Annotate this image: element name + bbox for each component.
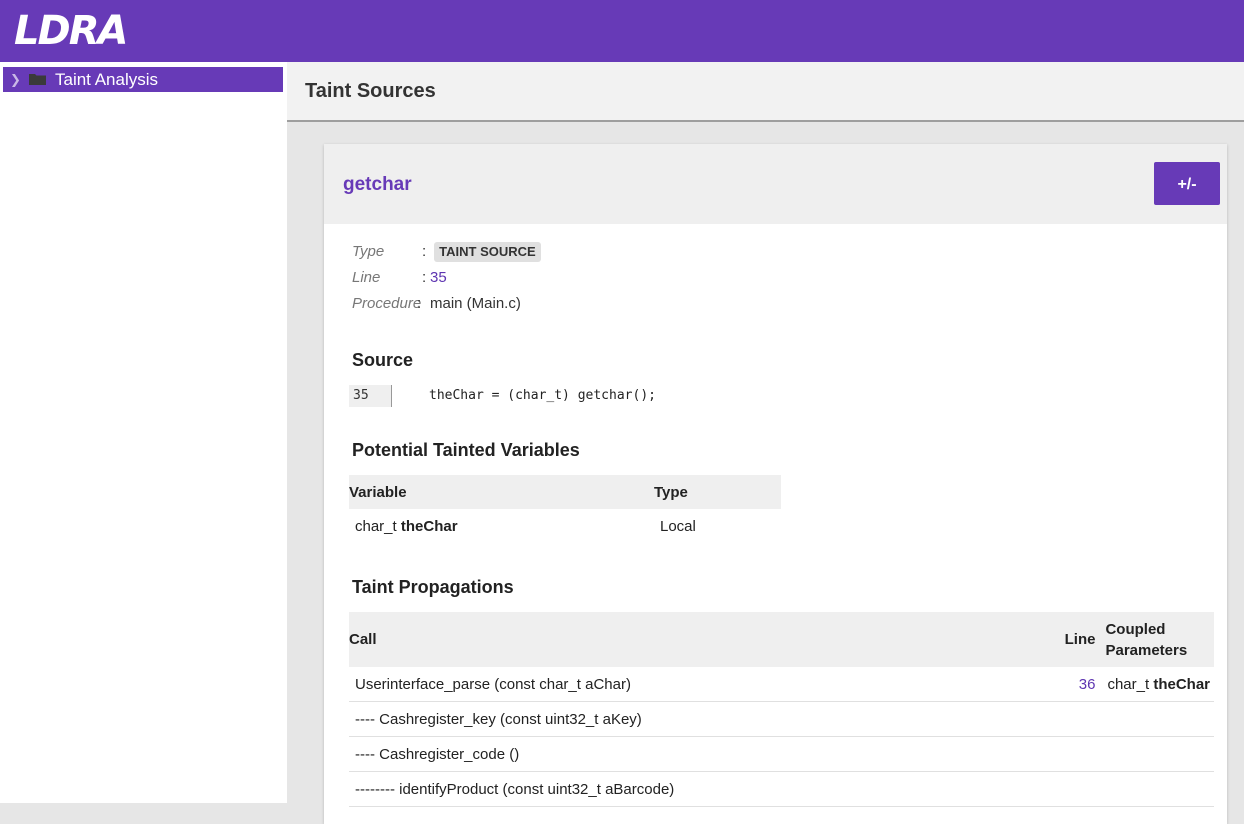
column-header-call: Call — [349, 612, 1054, 667]
main-content: Taint Sources getchar +/- Type : TAINT S… — [287, 62, 1244, 824]
code-text: theChar = (char_t) getchar(); — [429, 388, 656, 403]
prop-key-procedure: Procedure — [352, 295, 422, 312]
taint-propagations-table: Call Line Coupled Parameters Userinterfa… — [349, 612, 1214, 807]
table-row: char_t theChar Local — [349, 509, 781, 543]
prop-key-line: Line — [352, 269, 381, 286]
card-title: getchar — [343, 174, 412, 195]
table-header-row: Call Line Coupled Parameters — [349, 612, 1214, 667]
tainted-variables-table: Variable Type char_t theChar Local — [349, 475, 781, 543]
call-cell: -------- identifyProduct (const uint32_t… — [349, 771, 1054, 807]
sidebar-item-label: Taint Analysis — [55, 70, 158, 89]
coupled-param-cell — [1101, 701, 1214, 737]
call-cell: Userinterface_parse (const char_t aChar) — [349, 667, 1054, 702]
prop-value-type: TAINT SOURCE — [430, 241, 541, 263]
folder-icon — [29, 74, 46, 85]
line-cell — [1053, 736, 1102, 772]
top-bar: LDRA — [0, 0, 1244, 62]
prop-value-procedure: main (Main.c) — [430, 295, 521, 312]
ldra-logo: LDRA — [14, 8, 128, 54]
card-header: getchar +/- — [324, 144, 1227, 224]
param-name: theChar — [1153, 675, 1211, 693]
table-row: ---- Cashregister_key (const uint32_t aK… — [349, 701, 1214, 737]
source-heading: Source — [352, 350, 414, 370]
coupled-param-cell: char_t theChar — [1101, 667, 1214, 702]
taint-propagations-heading: Taint Propagations — [352, 577, 514, 597]
sidebar-item-taint-analysis[interactable]: ❯ Taint Analysis — [3, 67, 283, 92]
taint-source-card: getchar +/- Type : TAINT SOURCE Line : 3… — [324, 144, 1227, 824]
taint-source-badge: TAINT SOURCE — [434, 242, 541, 262]
variable-name: theChar — [400, 517, 458, 535]
variable-type: char_t — [355, 517, 397, 535]
line-cell — [1053, 701, 1102, 737]
variable-cell: char_t theChar — [349, 509, 654, 543]
table-header-row: Variable Type — [349, 475, 781, 509]
table-row: ---- Cashregister_code () — [349, 736, 1214, 772]
code-line-number: 35 — [349, 385, 391, 407]
param-type: char_t — [1107, 675, 1150, 693]
column-header-line: Line — [1053, 612, 1102, 667]
line-cell — [1053, 771, 1102, 807]
prop-separator: : — [422, 243, 427, 260]
column-header-coupled-parameters: Coupled Parameters — [1101, 612, 1214, 667]
call-cell: ---- Cashregister_code () — [349, 736, 1054, 772]
line-link[interactable]: 35 — [430, 267, 447, 289]
page-title: Taint Sources — [305, 80, 436, 102]
prop-separator: : — [422, 269, 427, 286]
table-row: Userinterface_parse (const char_t aChar)… — [349, 667, 1214, 702]
code-gutter-divider — [391, 385, 392, 407]
prop-key-type: Type — [352, 243, 385, 260]
coupled-param-cell — [1101, 736, 1214, 772]
sidebar: ❯ Taint Analysis — [0, 62, 287, 803]
scope-cell: Local — [660, 517, 696, 535]
expand-collapse-button[interactable]: +/- — [1154, 162, 1220, 205]
coupled-param-cell — [1101, 771, 1214, 807]
prop-separator: : — [417, 295, 422, 312]
page-header: Taint Sources — [287, 62, 1244, 122]
call-cell: ---- Cashregister_key (const uint32_t aK… — [349, 701, 1054, 737]
tainted-variables-heading: Potential Tainted Variables — [352, 440, 580, 460]
chevron-right-icon[interactable]: ❯ — [10, 67, 21, 92]
column-header-type: Type — [654, 475, 781, 509]
line-link[interactable]: 36 — [1053, 667, 1102, 702]
column-header-variable: Variable — [349, 475, 654, 509]
table-row: -------- identifyProduct (const uint32_t… — [349, 771, 1214, 807]
